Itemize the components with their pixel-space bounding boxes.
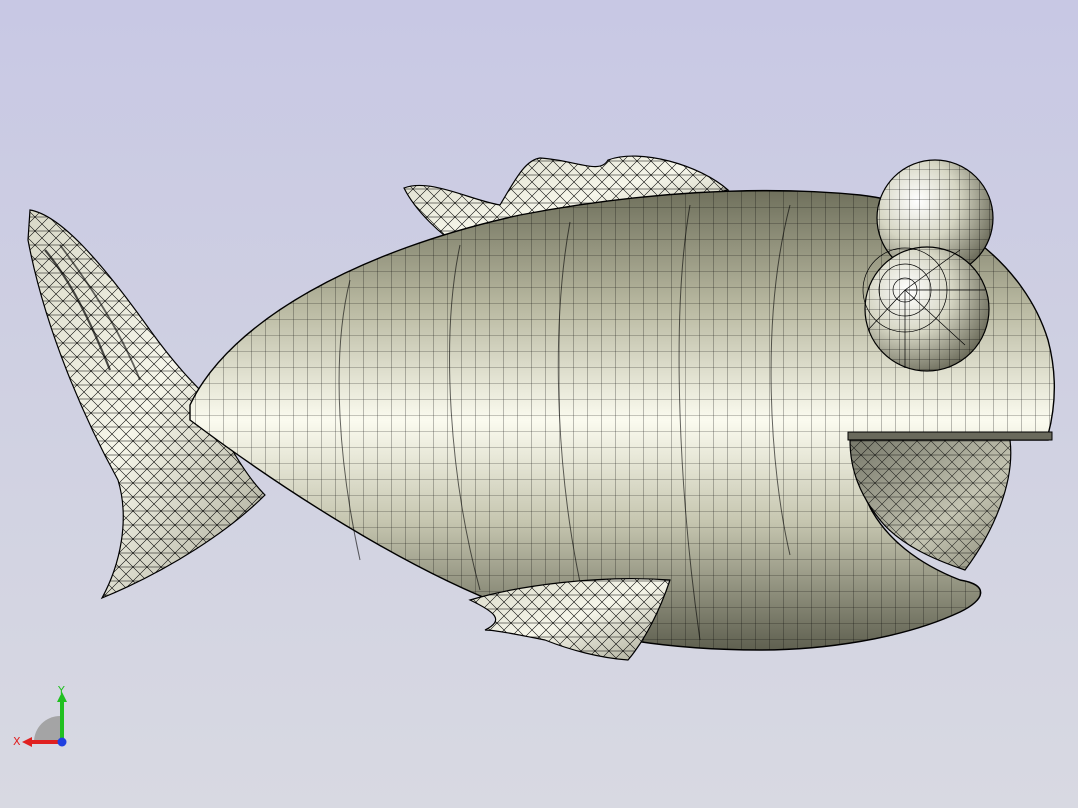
z-axis-dot xyxy=(57,737,67,747)
x-axis-label: X xyxy=(13,735,21,748)
axis-triad: Y X xyxy=(13,684,67,748)
triad-quadrant xyxy=(34,716,60,742)
3d-viewport[interactable]: Y X xyxy=(0,0,1078,808)
y-axis-label: Y xyxy=(57,684,65,697)
x-axis-arrowhead xyxy=(22,737,32,747)
fish-model[interactable] xyxy=(0,0,1078,808)
